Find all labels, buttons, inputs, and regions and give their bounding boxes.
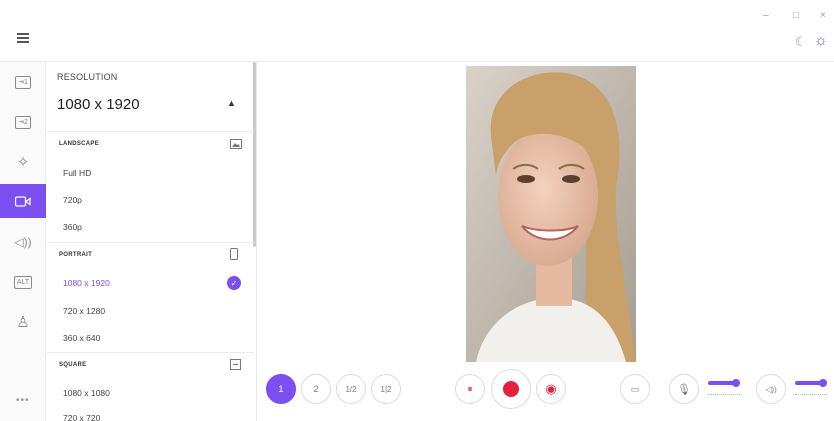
pause-button[interactable]: ⏸ <box>455 374 485 404</box>
source-2-icon[interactable]: ⇥2 <box>6 108 40 136</box>
speaker-volume-slider[interactable] <box>795 379 827 387</box>
option-1080x1920[interactable]: 1080 x 1920 <box>63 278 110 288</box>
speaker-button[interactable]: ◁)) <box>756 374 786 404</box>
resolution-label: RESOLUTION <box>57 72 118 82</box>
source-2-glyph: ⇥2 <box>15 115 31 129</box>
option-360x640[interactable]: 360 x 640 <box>63 333 100 343</box>
folder-button[interactable]: ▭ <box>620 374 650 404</box>
divider <box>47 352 254 353</box>
source-1-glyph: ⇥1 <box>15 75 31 89</box>
option-720x720[interactable]: 720 x 720 <box>63 413 100 421</box>
account-icon[interactable]: ♙ <box>6 308 40 336</box>
more-icon[interactable]: ••• <box>16 395 30 406</box>
option-720p[interactable]: 720p <box>63 195 82 205</box>
record-dot-icon <box>503 381 519 397</box>
camera-preview <box>466 66 636 362</box>
alt-icon[interactable]: ALT <box>6 268 40 296</box>
landscape-icon <box>230 139 242 149</box>
option-1080x1080[interactable]: 1080 x 1080 <box>63 388 110 398</box>
layout-pip-button[interactable]: 1/2 <box>336 374 366 404</box>
option-full-hd[interactable]: Full HD <box>63 168 91 178</box>
camera-icon[interactable] <box>0 184 46 218</box>
speaker-level-meter <box>795 394 827 395</box>
source-1-icon[interactable]: ⇥1 <box>6 68 40 96</box>
microphone-button[interactable]: 🎙 <box>669 374 699 404</box>
record-button[interactable] <box>491 369 531 409</box>
group-label-portrait: PORTRAIT <box>59 252 93 258</box>
alt-glyph: ALT <box>13 275 33 289</box>
sun-icon[interactable]: ☼ <box>814 32 828 49</box>
left-nav-rail: ⇥1 ⇥2 ✧ ◁)) ALT ♙ ••• <box>0 62 46 421</box>
video-camera-icon <box>15 195 31 207</box>
collapse-caret-icon[interactable]: ▲ <box>227 98 236 108</box>
resolution-panel: RESOLUTION 1080 x 1920 ▲ LANDSCAPE Full … <box>47 62 257 421</box>
divider <box>47 242 254 243</box>
title-bar: – □ × ☾ ☼ <box>0 0 834 62</box>
divider <box>47 131 254 132</box>
effects-icon[interactable]: ✧ <box>6 148 40 176</box>
layout-2-button[interactable]: 2 <box>301 374 331 404</box>
square-icon <box>230 359 241 370</box>
microphone-volume-slider[interactable] <box>708 379 740 387</box>
selected-check-icon: ✓ <box>227 276 241 290</box>
group-label-square: SQUARE <box>59 362 87 368</box>
camera-feed-image <box>466 66 636 362</box>
minimize-button[interactable]: – <box>763 10 769 21</box>
microphone-level-meter <box>708 394 740 395</box>
moon-icon[interactable]: ☾ <box>795 34 807 50</box>
audio-icon[interactable]: ◁)) <box>6 228 40 256</box>
panel-scrollbar[interactable] <box>253 62 256 247</box>
option-360p[interactable]: 360p <box>63 222 82 232</box>
group-label-landscape: LANDSCAPE <box>59 141 100 147</box>
snapshot-button[interactable]: ◉ <box>536 374 566 404</box>
portrait-icon <box>230 248 238 260</box>
layout-split-button[interactable]: 1|2 <box>371 374 401 404</box>
resolution-value[interactable]: 1080 x 1920 <box>57 96 140 113</box>
close-button[interactable]: × <box>820 10 826 21</box>
layout-1-button[interactable]: 1 <box>266 374 296 404</box>
maximize-button[interactable]: □ <box>793 10 799 21</box>
option-720x1280[interactable]: 720 x 1280 <box>63 306 105 316</box>
menu-icon[interactable] <box>17 33 29 43</box>
